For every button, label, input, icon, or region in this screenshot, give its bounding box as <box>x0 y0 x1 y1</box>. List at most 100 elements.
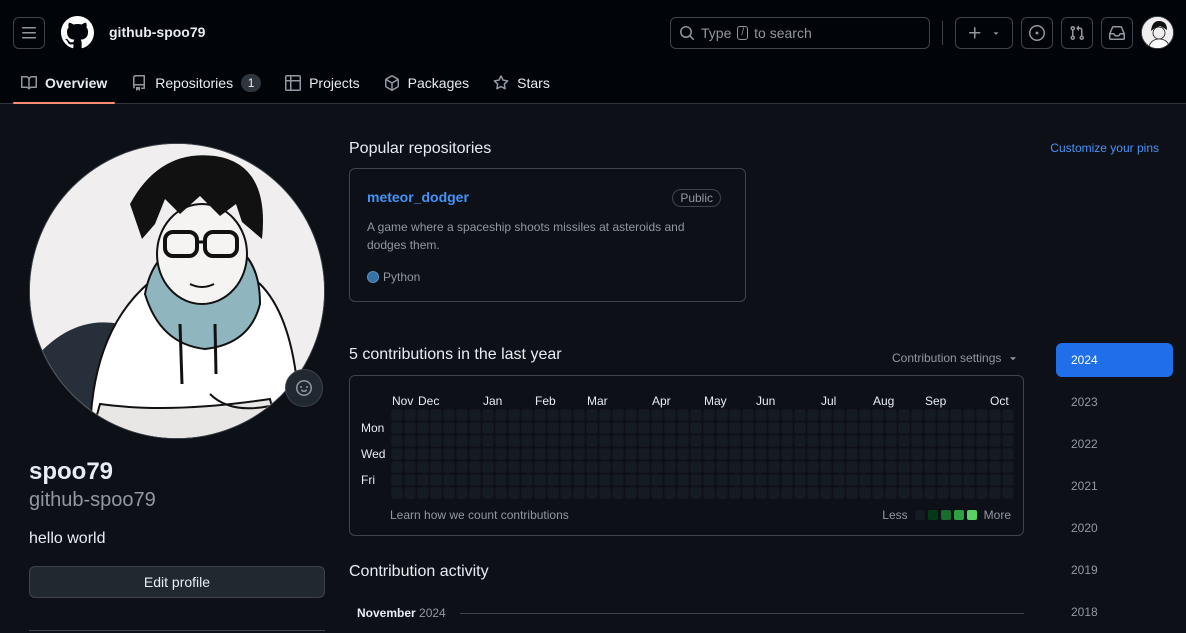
contribution-day-cell[interactable] <box>782 436 792 446</box>
github-logo-icon[interactable] <box>61 16 94 49</box>
contribution-day-cell[interactable] <box>522 410 532 420</box>
contribution-day-cell[interactable] <box>743 449 753 459</box>
contribution-day-cell[interactable] <box>834 488 844 498</box>
contribution-day-cell[interactable] <box>938 475 948 485</box>
contribution-day-cell[interactable] <box>561 423 571 433</box>
contribution-day-cell[interactable] <box>977 423 987 433</box>
contribution-day-cell[interactable] <box>834 449 844 459</box>
year-item[interactable]: 2022 <box>1056 427 1173 461</box>
contribution-day-cell[interactable] <box>808 423 818 433</box>
contribution-day-cell[interactable] <box>574 449 584 459</box>
contribution-day-cell[interactable] <box>782 410 792 420</box>
contribution-day-cell[interactable] <box>496 410 506 420</box>
contribution-day-cell[interactable] <box>990 488 1000 498</box>
header-username[interactable]: github-spoo79 <box>109 24 205 40</box>
contribution-day-cell[interactable] <box>392 462 402 472</box>
contribution-day-cell[interactable] <box>652 423 662 433</box>
contribution-day-cell[interactable] <box>470 449 480 459</box>
contribution-day-cell[interactable] <box>964 488 974 498</box>
contribution-day-cell[interactable] <box>665 423 675 433</box>
contribution-day-cell[interactable] <box>405 449 415 459</box>
contribution-day-cell[interactable] <box>392 475 402 485</box>
contribution-day-cell[interactable] <box>912 436 922 446</box>
contribution-day-cell[interactable] <box>821 410 831 420</box>
contribution-day-cell[interactable] <box>990 436 1000 446</box>
contribution-day-cell[interactable] <box>522 475 532 485</box>
contribution-day-cell[interactable] <box>717 423 727 433</box>
contribution-day-cell[interactable] <box>470 423 480 433</box>
contribution-day-cell[interactable] <box>743 475 753 485</box>
contribution-day-cell[interactable] <box>704 488 714 498</box>
contribution-day-cell[interactable] <box>912 475 922 485</box>
contribution-day-cell[interactable] <box>704 449 714 459</box>
tab-repositories[interactable]: Repositories 1 <box>123 64 269 102</box>
contribution-day-cell[interactable] <box>600 410 610 420</box>
contribution-day-cell[interactable] <box>1003 423 1013 433</box>
contribution-day-cell[interactable] <box>704 475 714 485</box>
contribution-day-cell[interactable] <box>847 488 857 498</box>
contribution-day-cell[interactable] <box>886 423 896 433</box>
contribution-day-cell[interactable] <box>431 410 441 420</box>
contribution-day-cell[interactable] <box>756 462 766 472</box>
contribution-day-cell[interactable] <box>691 423 701 433</box>
contribution-day-cell[interactable] <box>418 410 428 420</box>
edit-profile-button[interactable]: Edit profile <box>29 566 325 598</box>
contribution-day-cell[interactable] <box>704 410 714 420</box>
contribution-day-cell[interactable] <box>743 436 753 446</box>
contribution-day-cell[interactable] <box>691 488 701 498</box>
contribution-day-cell[interactable] <box>587 475 597 485</box>
contribution-day-cell[interactable] <box>587 436 597 446</box>
contribution-day-cell[interactable] <box>730 410 740 420</box>
contribution-day-cell[interactable] <box>444 436 454 446</box>
contribution-day-cell[interactable] <box>925 488 935 498</box>
contribution-day-cell[interactable] <box>912 449 922 459</box>
contribution-day-cell[interactable] <box>990 423 1000 433</box>
contribution-day-cell[interactable] <box>652 410 662 420</box>
contribution-day-cell[interactable] <box>496 462 506 472</box>
contribution-day-cell[interactable] <box>912 462 922 472</box>
contribution-day-cell[interactable] <box>964 475 974 485</box>
contribution-day-cell[interactable] <box>847 423 857 433</box>
contribution-day-cell[interactable] <box>808 410 818 420</box>
contribution-day-cell[interactable] <box>574 462 584 472</box>
contribution-day-cell[interactable] <box>652 449 662 459</box>
contribution-day-cell[interactable] <box>561 488 571 498</box>
contribution-day-cell[interactable] <box>431 475 441 485</box>
contribution-day-cell[interactable] <box>535 436 545 446</box>
contribution-day-cell[interactable] <box>548 410 558 420</box>
contribution-day-cell[interactable] <box>704 423 714 433</box>
tab-packages[interactable]: Packages <box>376 64 477 102</box>
contribution-day-cell[interactable] <box>587 462 597 472</box>
contribution-day-cell[interactable] <box>990 410 1000 420</box>
contribution-day-cell[interactable] <box>795 410 805 420</box>
contribution-day-cell[interactable] <box>795 449 805 459</box>
contribution-day-cell[interactable] <box>561 475 571 485</box>
contribution-day-cell[interactable] <box>886 462 896 472</box>
contribution-day-cell[interactable] <box>938 449 948 459</box>
tab-overview[interactable]: Overview <box>13 64 116 104</box>
contribution-day-cell[interactable] <box>652 436 662 446</box>
contribution-day-cell[interactable] <box>639 475 649 485</box>
tab-projects[interactable]: Projects <box>277 64 368 102</box>
contribution-day-cell[interactable] <box>418 449 428 459</box>
contribution-day-cell[interactable] <box>847 475 857 485</box>
contribution-day-cell[interactable] <box>808 475 818 485</box>
contribution-day-cell[interactable] <box>743 488 753 498</box>
contribution-day-cell[interactable] <box>860 449 870 459</box>
contribution-day-cell[interactable] <box>990 475 1000 485</box>
contribution-day-cell[interactable] <box>613 475 623 485</box>
contribution-day-cell[interactable] <box>899 488 909 498</box>
contribution-day-cell[interactable] <box>639 410 649 420</box>
contribution-day-cell[interactable] <box>925 462 935 472</box>
contribution-day-cell[interactable] <box>990 462 1000 472</box>
contribution-day-cell[interactable] <box>782 475 792 485</box>
contribution-day-cell[interactable] <box>860 436 870 446</box>
contribution-day-cell[interactable] <box>1003 436 1013 446</box>
profile-avatar[interactable] <box>29 143 325 439</box>
contribution-day-cell[interactable] <box>795 475 805 485</box>
contribution-day-cell[interactable] <box>899 423 909 433</box>
contribution-day-cell[interactable] <box>626 488 636 498</box>
contribution-day-cell[interactable] <box>834 475 844 485</box>
contribution-day-cell[interactable] <box>587 410 597 420</box>
contribution-day-cell[interactable] <box>405 436 415 446</box>
